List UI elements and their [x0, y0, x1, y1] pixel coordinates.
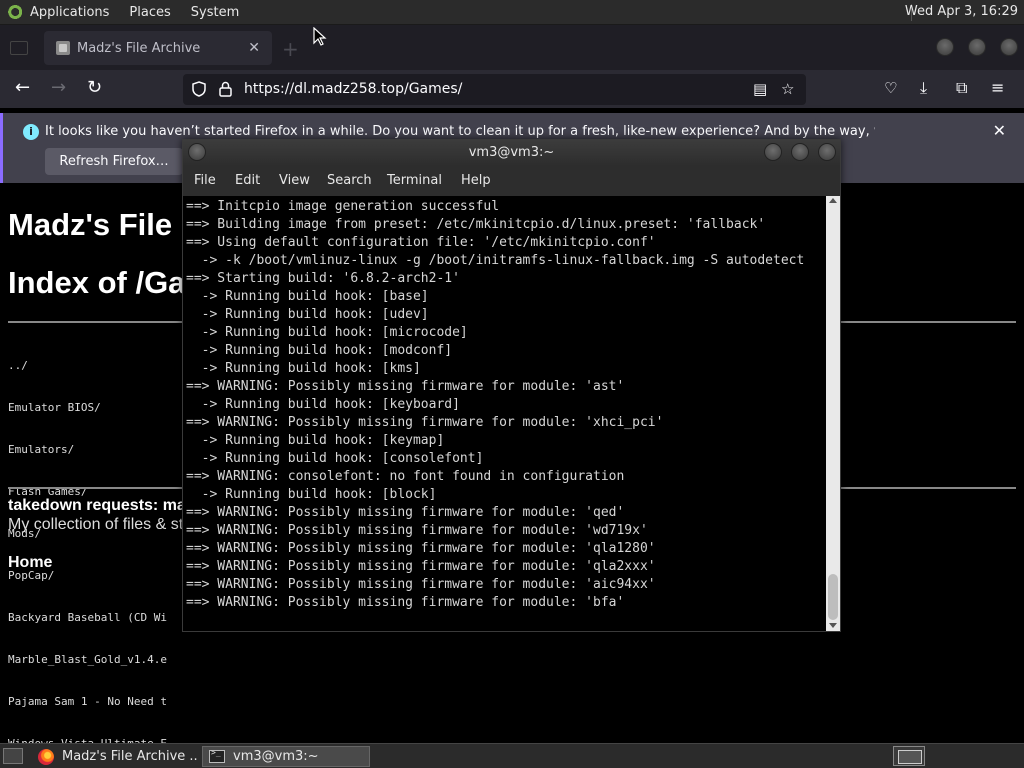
tracking-shield-icon[interactable]: [192, 81, 206, 97]
terminal-line: ==> Using default configuration file: '/…: [186, 235, 656, 250]
list-item[interactable]: Pajama Sam 1 - No Need t: [8, 695, 167, 709]
tab-close-icon[interactable]: ✕: [248, 40, 260, 56]
terminal-line: -> Running build hook: [modconf]: [186, 343, 453, 358]
taskbar-item-terminal[interactable]: vm3@vm3:~: [202, 746, 370, 767]
tab-bar: Madz's File Archive ✕ +: [0, 25, 1024, 70]
lock-icon[interactable]: [219, 81, 232, 97]
info-icon: i: [23, 124, 39, 140]
terminal-line: ==> WARNING: Possibly missing firmware f…: [186, 577, 656, 592]
workspace-switcher[interactable]: [893, 746, 925, 766]
index-heading: Index of /Ga: [8, 265, 186, 300]
navigation-bar: ← → ↻ https://dl.madz258.top/Games/ ▤ ☆ …: [0, 70, 1024, 108]
tab-madz-archive[interactable]: Madz's File Archive ✕: [44, 31, 272, 65]
terminal-line: ==> WARNING: Possibly missing firmware f…: [186, 595, 625, 610]
terminal-line: ==> WARNING: Possibly missing firmware f…: [186, 541, 656, 556]
pocket-icon[interactable]: ♡: [884, 78, 897, 98]
system-menu[interactable]: System: [191, 5, 239, 20]
terminal-line: ==> WARNING: Possibly missing firmware f…: [186, 415, 664, 430]
takedown-text: takedown requests: ma: [8, 497, 186, 514]
terminal-line: -> Running build hook: [microcode]: [186, 325, 468, 340]
minimize-icon[interactable]: [764, 143, 782, 161]
tab-title: Madz's File Archive: [77, 40, 201, 56]
list-item[interactable]: Backyard Baseball (CD Wi: [8, 611, 167, 625]
forward-icon[interactable]: →: [51, 78, 66, 98]
reload-icon[interactable]: ↻: [87, 78, 102, 98]
terminal-line: ==> Building image from preset: /etc/mki…: [186, 217, 766, 232]
downloads-icon[interactable]: ⤓: [920, 78, 927, 98]
terminal-scrollbar[interactable]: [826, 196, 840, 631]
collection-text: My collection of files & st: [8, 516, 184, 533]
terminal-line: -> Running build hook: [base]: [186, 289, 429, 304]
home-link[interactable]: Home: [8, 554, 52, 572]
terminal-line: ==> Starting build: '6.8.2-arch2-1': [186, 271, 460, 286]
reader-view-icon[interactable]: ▤: [753, 80, 767, 98]
bookmark-star-icon[interactable]: ☆: [781, 80, 794, 98]
url-bar[interactable]: https://dl.madz258.top/Games/ ▤ ☆: [183, 74, 806, 105]
menu-help[interactable]: Help: [461, 173, 491, 188]
terminal-line: -> Running build hook: [kms]: [186, 361, 421, 376]
menu-view[interactable]: View: [279, 173, 310, 188]
top-panel: Applications Places System Wed Apr 3, 16…: [0, 0, 1024, 25]
terminal-titlebar[interactable]: vm3@vm3:~: [183, 140, 840, 166]
url-text[interactable]: https://dl.madz258.top/Games/: [244, 81, 462, 97]
taskbar-item-firefox[interactable]: Madz's File Archive ...: [32, 746, 198, 767]
terminal-title: vm3@vm3:~: [468, 145, 555, 160]
show-desktop-icon[interactable]: [3, 748, 23, 764]
firefox-icon: [38, 748, 54, 765]
notification-text: It looks like you haven’t started Firefo…: [45, 124, 875, 139]
back-icon[interactable]: ←: [15, 78, 30, 98]
refresh-firefox-button[interactable]: Refresh Firefox…: [45, 148, 183, 175]
notification-close-icon[interactable]: ✕: [993, 121, 1006, 140]
terminal-line: ==> WARNING: Possibly missing firmware f…: [186, 505, 625, 520]
clock[interactable]: Wed Apr 3, 16:29: [905, 4, 1018, 19]
taskbar-item-label: vm3@vm3:~: [233, 749, 319, 764]
page-title: Madz's File: [8, 207, 173, 242]
terminal-line: ==> WARNING: Possibly missing firmware f…: [186, 559, 656, 574]
menu-search[interactable]: Search: [327, 173, 372, 188]
terminal-menubar: File Edit View Search Terminal Help: [183, 166, 840, 196]
applications-menu[interactable]: Applications: [30, 5, 109, 20]
terminal-output[interactable]: ==> Initcpio image generation successful…: [183, 196, 826, 631]
scrollbar-thumb[interactable]: [828, 574, 838, 620]
menu-terminal[interactable]: Terminal: [387, 173, 442, 188]
list-item[interactable]: Emulator BIOS/: [8, 401, 167, 415]
terminal-line: -> Running build hook: [keyboard]: [186, 397, 460, 412]
terminal-line: ==> WARNING: consolefont: no font found …: [186, 469, 625, 484]
list-item[interactable]: Marble_Blast_Gold_v1.4.e: [8, 653, 167, 667]
terminal-line: -> Running build hook: [consolefont]: [186, 451, 484, 466]
mouse-cursor-icon: [313, 27, 327, 46]
menu-file[interactable]: File: [194, 173, 216, 188]
terminal-line: -> Running build hook: [udev]: [186, 307, 429, 322]
maximize-icon[interactable]: [791, 143, 809, 161]
hamburger-menu-icon[interactable]: ≡: [991, 78, 1004, 98]
directory-listing: ../ Emulator BIOS/ Emulators/ Flash Game…: [8, 331, 167, 768]
taskbar-item-label: Madz's File Archive ...: [62, 749, 198, 764]
distro-logo-icon[interactable]: [8, 4, 24, 20]
minimize-icon[interactable]: [936, 38, 954, 56]
extensions-icon[interactable]: ⧉: [956, 78, 967, 98]
terminal-line: ==> Initcpio image generation successful: [186, 199, 500, 214]
terminal-icon: [209, 748, 225, 763]
scroll-up-icon[interactable]: [829, 198, 837, 203]
terminal-line: ==> WARNING: Possibly missing firmware f…: [186, 379, 625, 394]
terminal-line: -> Running build hook: [block]: [186, 487, 437, 502]
terminal-line: -> -k /boot/vmlinuz-linux -g /boot/initr…: [186, 253, 805, 268]
terminal-lines: ==> Initcpio image generation successful…: [186, 198, 804, 612]
close-window-icon[interactable]: [1000, 38, 1018, 56]
tab-list-icon[interactable]: [10, 41, 28, 55]
terminal-line: -> Running build hook: [keymap]: [186, 433, 445, 448]
bottom-taskbar: Madz's File Archive ... vm3@vm3:~: [0, 743, 1024, 768]
terminal-line: ==> WARNING: Possibly missing firmware f…: [186, 523, 648, 538]
favicon-icon: [56, 41, 70, 55]
terminal-window: vm3@vm3:~ File Edit View Search Terminal…: [182, 139, 841, 632]
new-tab-icon[interactable]: +: [282, 37, 299, 61]
menu-edit[interactable]: Edit: [235, 173, 260, 188]
list-item[interactable]: ../: [8, 359, 167, 373]
places-menu[interactable]: Places: [129, 5, 170, 20]
list-item[interactable]: Emulators/: [8, 443, 167, 457]
scroll-down-icon[interactable]: [829, 623, 837, 628]
maximize-icon[interactable]: [968, 38, 986, 56]
close-window-icon[interactable]: [818, 143, 836, 161]
